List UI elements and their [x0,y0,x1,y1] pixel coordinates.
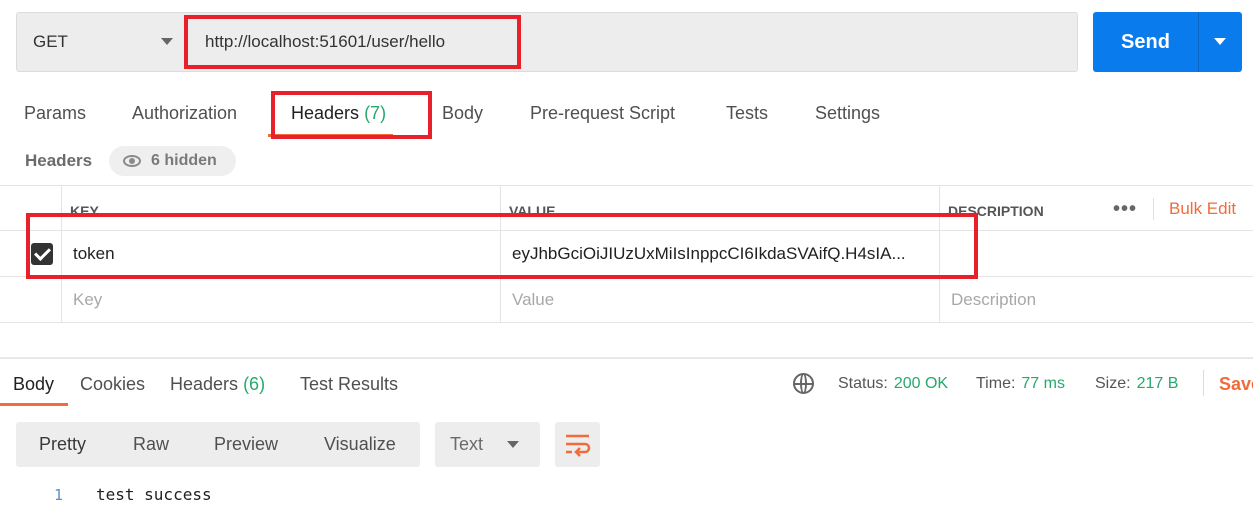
chevron-down-icon [507,441,519,448]
wrap-lines-icon [566,434,591,457]
time-value: 77 ms [1021,375,1065,392]
chevron-down-icon [1214,38,1226,45]
response-tab-test-results[interactable]: Test Results [300,370,398,398]
new-value-input[interactable]: Value [512,277,554,322]
response-tab-cookies[interactable]: Cookies [80,370,145,398]
time-label: Time: [976,375,1016,392]
globe-icon[interactable] [793,373,814,394]
chevron-down-icon[interactable] [161,38,173,45]
tab-body[interactable]: Body [442,94,483,132]
url-highlight-box [184,15,521,69]
request-tabs: Params Authorization Headers (7) Body Pr… [0,94,1253,134]
bulk-edit-button[interactable]: Bulk Edit [1169,186,1236,232]
tab-pre-request-script[interactable]: Pre-request Script [530,94,675,132]
status-info[interactable]: Status: 200 OK [838,372,948,396]
format-raw[interactable]: Raw [133,422,169,467]
new-description-input[interactable]: Description [951,277,1036,322]
size-info[interactable]: Size: 217 B [1095,372,1178,396]
token-row-highlight-box [26,213,978,279]
response-tab-headers-count: (6) [243,374,266,394]
size-value: 217 B [1136,375,1179,392]
tab-tests[interactable]: Tests [726,94,768,132]
tab-authorization[interactable]: Authorization [132,94,237,132]
hidden-headers-toggle[interactable]: 6 hidden [109,146,236,176]
response-body-text[interactable]: test success [96,484,212,506]
hidden-headers-label: 6 hidden [151,152,217,169]
save-response-button[interactable]: Save [1219,370,1253,398]
response-tab-headers[interactable]: Headers (6) [170,370,265,398]
table-row: Key Value Description [0,277,1253,323]
response-tab-body[interactable]: Body [13,370,54,398]
tab-params[interactable]: Params [24,94,86,132]
format-preview[interactable]: Preview [214,422,278,467]
send-options-button[interactable] [1198,12,1242,72]
format-visualize[interactable]: Visualize [324,422,396,467]
size-label: Size: [1095,375,1131,392]
status-label: Status: [838,375,888,392]
format-pretty[interactable]: Pretty [39,422,86,467]
send-button[interactable]: Send [1093,12,1198,72]
new-key-input[interactable]: Key [73,277,102,322]
more-options-icon[interactable]: ••• [1113,186,1137,232]
tab-settings[interactable]: Settings [815,94,880,132]
time-info[interactable]: Time: 77 ms [976,372,1065,396]
request-bar: GET http://localhost:51601/user/hello [16,12,1078,72]
panel-divider[interactable] [0,357,1253,359]
format-selector: Pretty Raw Preview Visualize [16,422,420,467]
line-number: 1 [54,486,64,504]
divider [1153,198,1154,220]
active-response-tab-indicator [0,403,68,406]
headers-tab-highlight-box [271,91,432,139]
method-label: GET [33,32,68,51]
response-tab-headers-label: Headers [170,374,239,394]
eye-icon [123,155,141,167]
wrap-lines-button[interactable] [555,422,600,467]
headers-title: Headers [25,151,93,170]
divider [1203,370,1204,396]
language-select[interactable]: Text [435,422,540,467]
status-value: 200 OK [893,375,949,392]
